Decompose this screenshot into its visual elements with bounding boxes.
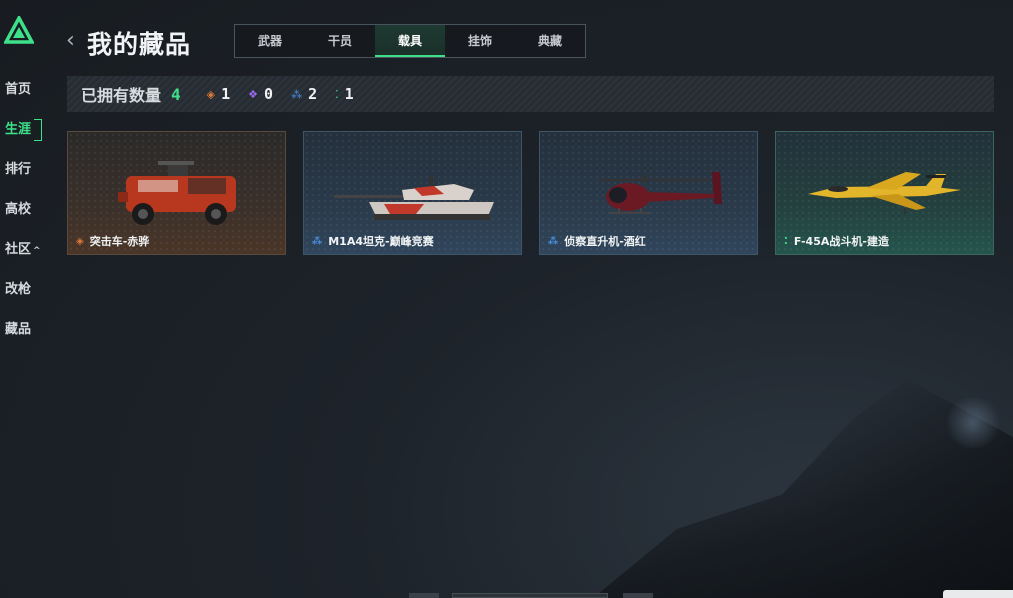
sidebar-item-career[interactable]: 生涯 [0, 118, 48, 158]
rarity-count-value: 2 [308, 85, 318, 103]
background-glow [943, 398, 1003, 448]
collection-card[interactable]: ⁂ M1A4坦克-巅峰竞赛 [303, 131, 522, 255]
owned-count-total: 4 [171, 84, 181, 104]
corner-action-button[interactable] [943, 590, 1013, 598]
sidebar-item-label: 排行 [5, 162, 32, 177]
rarity-count-value: 0 [264, 85, 274, 103]
diamond-orange-icon: ◈ [206, 87, 216, 101]
sidebar-nav: 首页 生涯 排行 高校 社区 ^ 改枪 藏品 [0, 78, 48, 358]
sidebar-item-collection[interactable]: 藏品 [0, 318, 48, 358]
sidebar-item-label: 首页 [5, 82, 32, 97]
diamond-blue-icon: ⁂ [291, 87, 303, 101]
tab-operators[interactable]: 干员 [305, 25, 375, 57]
sidebar-item-label: 藏品 [5, 322, 32, 337]
pager-prev-button[interactable] [409, 593, 439, 598]
card-name-label: F-45A战斗机-建造 [793, 235, 889, 248]
sidebar-item-label: 改枪 [5, 282, 32, 297]
diamond-blue-icon: ⁂ [312, 235, 323, 247]
pager-track[interactable] [452, 593, 608, 598]
diamond-green-icon: ⁚ [784, 235, 788, 247]
diamond-green-icon: ⁚ [335, 87, 339, 101]
card-name-label: M1A4坦克-巅峰竞赛 [328, 235, 434, 248]
sidebar-item-ranking[interactable]: 排行 [0, 158, 48, 198]
sidebar-item-home[interactable]: 首页 [0, 78, 48, 118]
collection-card[interactable]: ◈ 突击车-赤骅 [67, 131, 286, 255]
card-name: ⁂ 侦察直升机-酒红 [548, 233, 646, 249]
collection-card[interactable]: ⁚ F-45A战斗机-建造 [775, 131, 994, 255]
diamond-blue-icon: ⁂ [548, 235, 559, 247]
rarity-count-value: 1 [221, 85, 231, 103]
sidebar-item-label: 高校 [5, 202, 32, 217]
tab-weapons[interactable]: 武器 [235, 25, 305, 57]
sidebar-item-community[interactable]: 社区 ^ [0, 238, 48, 278]
back-chevron-icon[interactable]: ‹ [66, 30, 80, 52]
collection-card[interactable]: ⁂ 侦察直升机-酒红 [539, 131, 758, 255]
card-name-label: 突击车-赤骅 [89, 235, 150, 248]
card-name: ⁚ F-45A战斗机-建造 [784, 233, 889, 249]
owned-count-bar: 已拥有数量 4 ◈ 1 ❖ 0 ⁂ 2 ⁚ 1 [67, 76, 994, 112]
page-title: 我的藏品 [87, 30, 192, 59]
rarity-count-value: 1 [344, 85, 354, 103]
tab-collectibles[interactable]: 典藏 [515, 25, 585, 57]
tab-vehicles[interactable]: 载具 [375, 25, 445, 57]
diamond-orange-icon: ◈ [76, 235, 84, 247]
card-name-label: 侦察直升机-酒红 [564, 235, 646, 248]
rarity-count-blue: ⁂ 2 [291, 85, 317, 103]
collection-grid: ◈ 突击车-赤骅 ⁂ M1A4坦克-巅峰竞赛 ⁂ 侦察直升机-酒红 ⁚ F-45… [67, 131, 994, 255]
diamond-purple-icon: ❖ [248, 87, 259, 101]
rarity-count-purple: ❖ 0 [248, 85, 273, 103]
sidebar-item-school[interactable]: 高校 [0, 198, 48, 238]
sidebar-item-label: 生涯 [5, 122, 32, 137]
active-indicator [34, 119, 42, 141]
card-name: ◈ 突击车-赤骅 [76, 233, 149, 249]
app-logo-icon[interactable] [3, 14, 35, 44]
card-name: ⁂ M1A4坦克-巅峰竞赛 [312, 233, 434, 249]
sidebar-item-gunsmith[interactable]: 改枪 [0, 278, 48, 318]
chevron-up-icon: ^ [33, 246, 41, 256]
pager-next-button[interactable] [623, 593, 653, 598]
category-tabs: 武器 干员 载具 挂饰 典藏 [234, 24, 586, 58]
rarity-count-orange: ◈ 1 [207, 85, 231, 103]
tab-charms[interactable]: 挂饰 [445, 25, 515, 57]
rarity-count-green: ⁚ 1 [335, 85, 354, 103]
sidebar-item-label: 社区 [5, 242, 32, 257]
owned-count-label: 已拥有数量 [81, 86, 162, 105]
